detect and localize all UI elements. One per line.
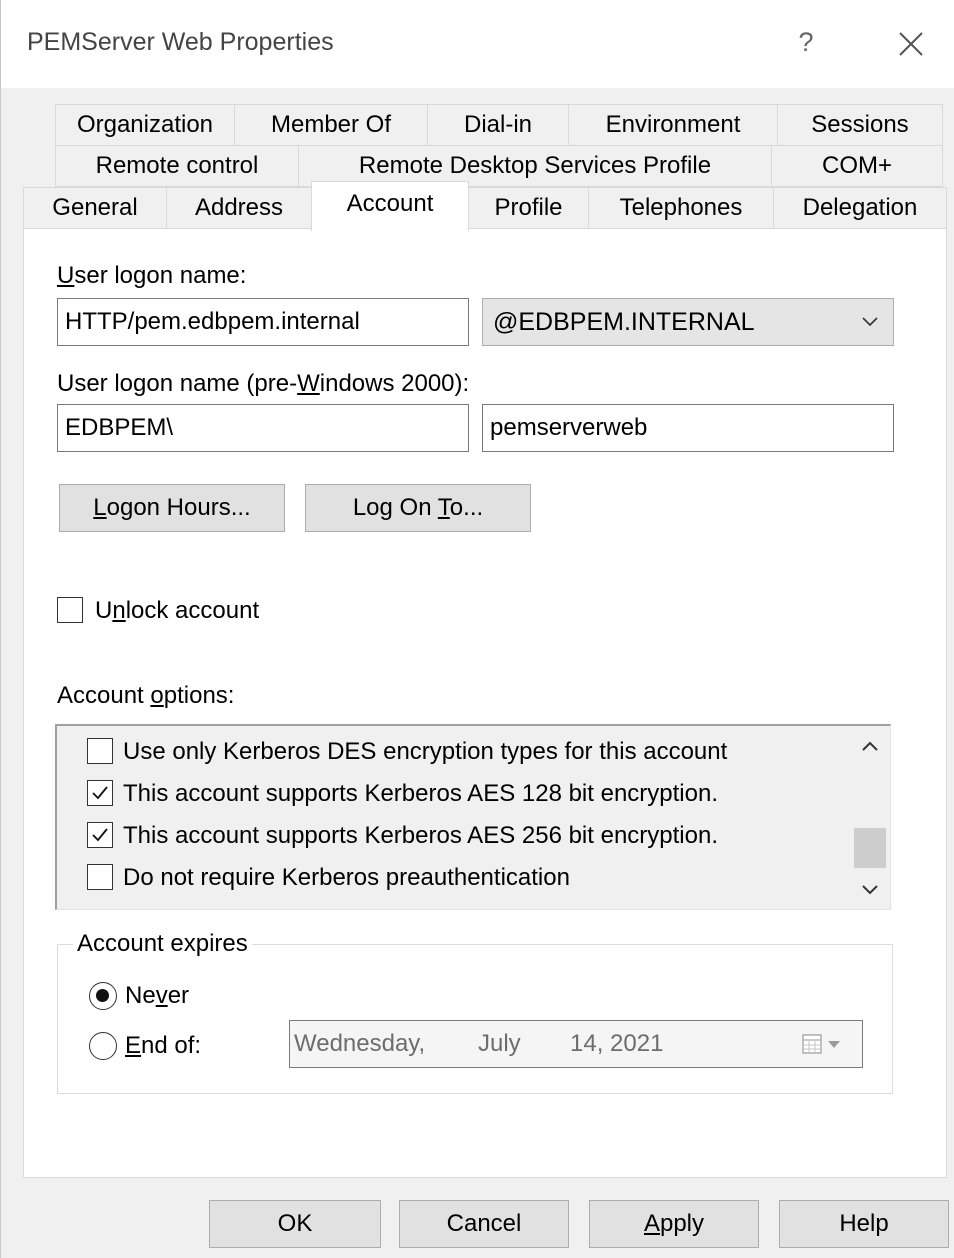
- tab-environment[interactable]: Environment: [568, 104, 778, 146]
- properties-dialog: PEMServer Web Properties ? Organization …: [0, 0, 954, 1258]
- unlock-account-label: Unlock account: [95, 597, 260, 624]
- option-label: Use only Kerberos DES encryption types f…: [123, 738, 728, 765]
- options-scrollbar[interactable]: [851, 728, 889, 908]
- option-checkbox[interactable]: [87, 780, 113, 806]
- date-month: July: [478, 1030, 521, 1057]
- title-bar: PEMServer Web Properties ?: [1, 0, 954, 88]
- tab-com-plus[interactable]: COM+: [771, 145, 943, 187]
- account-options-label: Account options:: [57, 682, 235, 709]
- option-label: This account supports Kerberos AES 256 b…: [123, 822, 718, 849]
- account-options-list[interactable]: Use only Kerberos DES encryption types f…: [55, 724, 891, 910]
- tab-telephones[interactable]: Telephones: [588, 187, 774, 229]
- log-on-to-button[interactable]: Log On To...: [305, 484, 531, 532]
- tab-organization[interactable]: Organization: [55, 104, 235, 146]
- window-title: PEMServer Web Properties: [27, 28, 334, 56]
- upn-suffix-value: @EDBPEM.INTERNAL: [493, 308, 755, 336]
- upn-suffix-dropdown[interactable]: @EDBPEM.INTERNAL: [482, 298, 894, 346]
- user-logon-name-label: User logon name:: [57, 262, 247, 289]
- help-dialog-button[interactable]: Help: [779, 1200, 949, 1248]
- help-button[interactable]: ?: [791, 22, 821, 62]
- calendar-icon[interactable]: [802, 1033, 848, 1057]
- logon-hours-button[interactable]: Logon Hours...: [59, 484, 285, 532]
- never-label: Never: [125, 982, 190, 1009]
- tab-account[interactable]: Account: [311, 181, 469, 231]
- account-expires-group: [57, 944, 893, 1094]
- tab-delegation[interactable]: Delegation: [773, 187, 947, 229]
- cancel-button[interactable]: Cancel: [399, 1200, 569, 1248]
- user-logon-name-input[interactable]: HTTP/pem.edbpem.internal: [57, 298, 469, 346]
- unlock-account-checkbox[interactable]: [57, 597, 83, 623]
- tab-dial-in[interactable]: Dial-in: [427, 104, 569, 146]
- ok-button[interactable]: OK: [209, 1200, 381, 1248]
- end-of-radio[interactable]: [89, 1032, 117, 1060]
- chevron-down-icon: [862, 317, 878, 327]
- tab-address[interactable]: Address: [166, 187, 312, 229]
- date-day-year: 14, 2021: [570, 1030, 664, 1057]
- close-button[interactable]: [889, 22, 933, 66]
- netbios-domain-field: EDBPEM\: [57, 404, 469, 452]
- option-label: Do not require Kerberos preauthenticatio…: [123, 864, 570, 891]
- expiration-date-picker[interactable]: Wednesday, July 14, 2021: [289, 1020, 863, 1068]
- never-radio[interactable]: [89, 982, 117, 1010]
- option-checkbox[interactable]: [87, 738, 113, 764]
- checkmark-icon: [92, 828, 108, 842]
- tab-sessions[interactable]: Sessions: [777, 104, 943, 146]
- radio-selected-dot: [96, 989, 109, 1002]
- pre-windows-2000-label: User logon name (pre-Windows 2000):: [57, 370, 470, 397]
- tab-general[interactable]: General: [23, 187, 167, 229]
- account-expires-title: Account expires: [73, 930, 252, 958]
- tab-member-of[interactable]: Member Of: [234, 104, 428, 146]
- scroll-thumb[interactable]: [854, 828, 886, 868]
- option-label: This account supports Kerberos AES 128 b…: [123, 780, 718, 807]
- option-checkbox[interactable]: [87, 822, 113, 848]
- date-weekday: Wednesday,: [294, 1030, 426, 1057]
- end-of-label: End of:: [125, 1032, 202, 1059]
- tab-profile[interactable]: Profile: [468, 187, 589, 229]
- scroll-down-icon[interactable]: [851, 872, 889, 908]
- scroll-up-icon[interactable]: [851, 728, 889, 764]
- sam-account-name-input[interactable]: pemserverweb: [482, 404, 894, 452]
- close-icon: [899, 32, 923, 56]
- option-checkbox[interactable]: [87, 864, 113, 890]
- apply-button[interactable]: Apply: [589, 1200, 759, 1248]
- tab-remote-control[interactable]: Remote control: [55, 145, 299, 187]
- checkmark-icon: [92, 786, 108, 800]
